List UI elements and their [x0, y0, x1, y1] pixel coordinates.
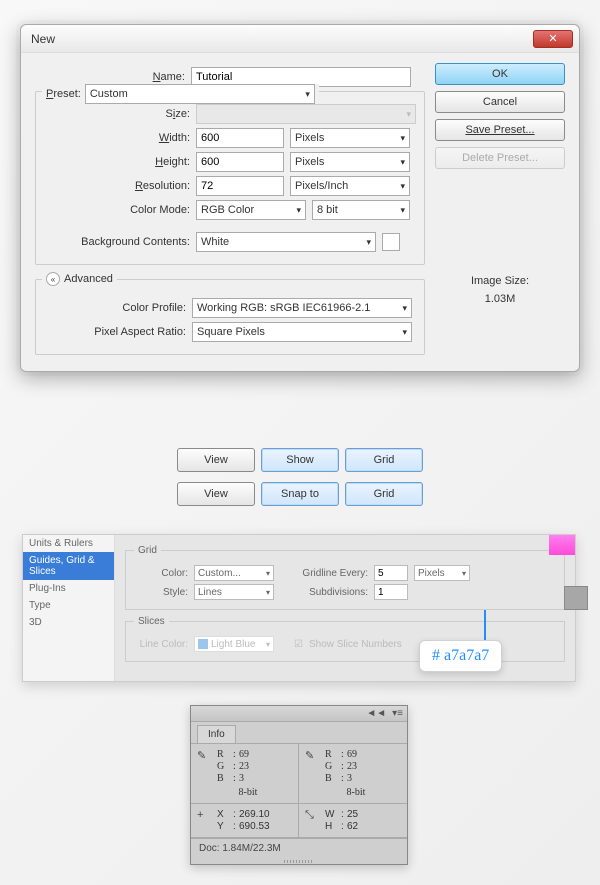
grid-fieldset: Grid Color: Custom... Style: Lines Gridl…	[125, 545, 565, 610]
size-select	[196, 104, 416, 124]
collapse-icon[interactable]: ◄◄	[366, 708, 386, 719]
bg-select[interactable]: White	[196, 232, 376, 252]
name-label: Name:	[35, 71, 185, 83]
grid-style-label: Style:	[134, 587, 188, 598]
image-size-label: Image Size:	[435, 275, 565, 287]
sidebar-item-plugins[interactable]: Plug-Ins	[23, 580, 114, 597]
par-select[interactable]: Square Pixels	[192, 322, 412, 342]
new-document-dialog: New ✕ Name: Preset: Custom Size: Width:	[20, 24, 580, 372]
grid-color-label: Color:	[134, 568, 188, 579]
info-panel: ◄◄ ▾≡ Info ✎ R:69 G:23 B:3 8-bit ✎ R:69 …	[190, 705, 408, 865]
pink-swatch-icon	[549, 535, 575, 555]
dialog-title: New	[31, 32, 55, 46]
resolution-unit-select[interactable]: Pixels/Inch	[290, 176, 410, 196]
callout-line	[484, 610, 486, 644]
eyedropper-icon: ✎	[305, 749, 319, 762]
grid-item-button[interactable]: Grid	[345, 448, 423, 472]
par-label: Pixel Aspect Ratio:	[36, 326, 186, 338]
color-hex-callout: # a7a7a7	[419, 640, 502, 672]
snap-to-submenu-button[interactable]: Snap to	[261, 482, 339, 506]
preset-label: Preset:	[46, 88, 81, 100]
resolution-input[interactable]	[196, 176, 284, 196]
subdivisions-label: Subdivisions:	[294, 587, 368, 598]
crosshair-icon: +	[197, 809, 211, 821]
xy-readout: + X:269.10 Y:690.53	[191, 804, 299, 838]
panel-menu-icon[interactable]: ▾≡	[392, 708, 403, 719]
subdivisions-input[interactable]	[374, 584, 408, 600]
image-size-value: 1.03M	[435, 293, 565, 305]
size-label: Size:	[40, 108, 190, 120]
view-menu-button-2[interactable]: View	[177, 482, 255, 506]
wh-readout: ⤡ W:25 H:62	[299, 804, 407, 838]
rgb-readout-1: ✎ R:69 G:23 B:3 8-bit	[191, 744, 299, 804]
grid-color-select[interactable]: Custom...	[194, 565, 274, 581]
width-input[interactable]	[196, 128, 284, 148]
color-mode-select[interactable]: RGB Color	[196, 200, 306, 220]
height-input[interactable]	[196, 152, 284, 172]
width-unit-select[interactable]: Pixels	[290, 128, 410, 148]
dimensions-icon: ⤡	[305, 809, 319, 822]
cancel-button[interactable]: Cancel	[435, 91, 565, 113]
info-tab[interactable]: Info	[197, 725, 236, 743]
view-menu-button[interactable]: View	[177, 448, 255, 472]
gridline-unit-select[interactable]: Pixels	[414, 565, 470, 581]
show-submenu-button[interactable]: Show	[261, 448, 339, 472]
resolution-label: Resolution:	[40, 180, 190, 192]
slices-legend: Slices	[134, 616, 169, 627]
doc-size-readout: Doc: 1.84M/22.3M	[191, 838, 407, 858]
delete-preset-button: Delete Preset...	[435, 147, 565, 169]
rgb-readout-2: ✎ R:69 G:23 B:3 8-bit	[299, 744, 407, 804]
grid-custom-color-swatch[interactable]	[564, 586, 588, 610]
color-mode-label: Color Mode:	[40, 204, 190, 216]
advanced-label: Advanced	[64, 273, 113, 285]
ok-button[interactable]: OK	[435, 63, 565, 85]
grid-item-button-2[interactable]: Grid	[345, 482, 423, 506]
line-color-label: Line Color:	[134, 639, 188, 650]
gridline-every-input[interactable]	[374, 565, 408, 581]
titlebar[interactable]: New ✕	[21, 25, 579, 53]
show-slice-numbers-label: Show Slice Numbers	[309, 639, 402, 650]
grid-style-select[interactable]: Lines	[194, 584, 274, 600]
save-preset-button[interactable]: Save Preset...	[435, 119, 565, 141]
bg-label: Background Contents:	[40, 236, 190, 248]
height-label: Height:	[40, 156, 190, 168]
sidebar-item-type[interactable]: Type	[23, 597, 114, 614]
bg-color-swatch[interactable]	[382, 233, 400, 251]
line-color-select: Light Blue	[194, 636, 274, 652]
prefs-sidebar: Units & Rulers Guides, Grid & Slices Plu…	[23, 535, 115, 681]
width-label: Width:	[40, 132, 190, 144]
grid-legend: Grid	[134, 545, 161, 556]
resize-grip[interactable]	[191, 858, 407, 864]
close-button[interactable]: ✕	[533, 30, 573, 48]
color-profile-select[interactable]: Working RGB: sRGB IEC61966-2.1	[192, 298, 412, 318]
gridline-every-label: Gridline Every:	[294, 568, 368, 579]
advanced-toggle[interactable]: «	[46, 272, 60, 286]
info-panel-header[interactable]: ◄◄ ▾≡	[191, 706, 407, 722]
menu-path-strips: View Show Grid View Snap to Grid	[0, 448, 600, 506]
bit-depth-select[interactable]: 8 bit	[312, 200, 410, 220]
height-unit-select[interactable]: Pixels	[290, 152, 410, 172]
eyedropper-icon: ✎	[197, 749, 211, 762]
sidebar-item-guides-grid[interactable]: Guides, Grid & Slices	[23, 552, 114, 580]
sidebar-item-3d[interactable]: 3D	[23, 614, 114, 631]
color-profile-label: Color Profile:	[36, 302, 186, 314]
preset-select[interactable]: Custom	[85, 84, 315, 104]
sidebar-item-units[interactable]: Units & Rulers	[23, 535, 114, 552]
